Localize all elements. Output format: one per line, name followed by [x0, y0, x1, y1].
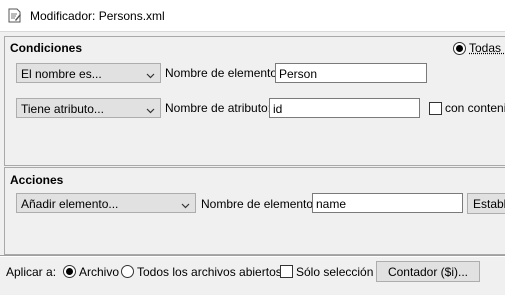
apply-all-label: Todos los archivos abiertos: [137, 265, 282, 279]
match-all-radio[interactable]: [453, 42, 466, 55]
counter-button-label: Contador ($i)...: [387, 265, 469, 279]
action-type-select[interactable]: Añadir elemento...: [16, 193, 196, 213]
attribute-name-input[interactable]: id: [269, 98, 420, 118]
document-edit-icon: [8, 8, 22, 23]
match-all-label: Todas l: [469, 41, 505, 55]
set-button-label: Establ: [473, 197, 505, 211]
action-element-name-label: Nombre de elemento:: [201, 197, 317, 211]
attribute-condition-value: Tiene atributo...: [21, 102, 104, 116]
apply-file-label: Archivo: [79, 265, 120, 279]
action-type-value: Añadir elemento...: [21, 197, 119, 211]
condition-type-select[interactable]: El nombre es...: [16, 63, 161, 83]
action-element-name-input[interactable]: name: [312, 193, 463, 213]
attribute-name-label: Nombre de atributo:: [165, 101, 272, 115]
element-name-label: Nombre de elemento:: [165, 66, 281, 80]
selection-only-label: Sólo selección: [296, 265, 374, 279]
chevron-down-icon: [146, 69, 155, 79]
actions-title: Acciones: [10, 173, 64, 187]
title-bar: Modificador: Persons.xml: [0, 0, 505, 32]
apply-to-label: Aplicar a:: [6, 265, 57, 279]
with-content-label: con contenid: [445, 101, 505, 115]
window-title: Modificador: Persons.xml: [30, 9, 165, 23]
element-name-input[interactable]: Person: [275, 63, 427, 83]
apply-all-radio[interactable]: [121, 265, 134, 278]
condition-type-value: El nombre es...: [21, 67, 102, 81]
conditions-title: Condiciones: [10, 41, 83, 55]
chevron-down-icon: [146, 104, 155, 114]
element-name-value: Person: [279, 67, 318, 81]
apply-file-radio[interactable]: [63, 265, 76, 278]
counter-button[interactable]: Contador ($i)...: [376, 261, 480, 282]
selection-only-checkbox[interactable]: [280, 265, 293, 278]
chevron-down-icon: [181, 199, 190, 209]
attribute-condition-select[interactable]: Tiene atributo...: [16, 98, 161, 118]
attribute-name-value: id: [273, 102, 283, 116]
set-button[interactable]: Establ: [467, 193, 505, 214]
with-content-checkbox[interactable]: [429, 102, 442, 115]
footer-separator: [0, 255, 505, 257]
action-element-name-value: name: [316, 197, 347, 211]
